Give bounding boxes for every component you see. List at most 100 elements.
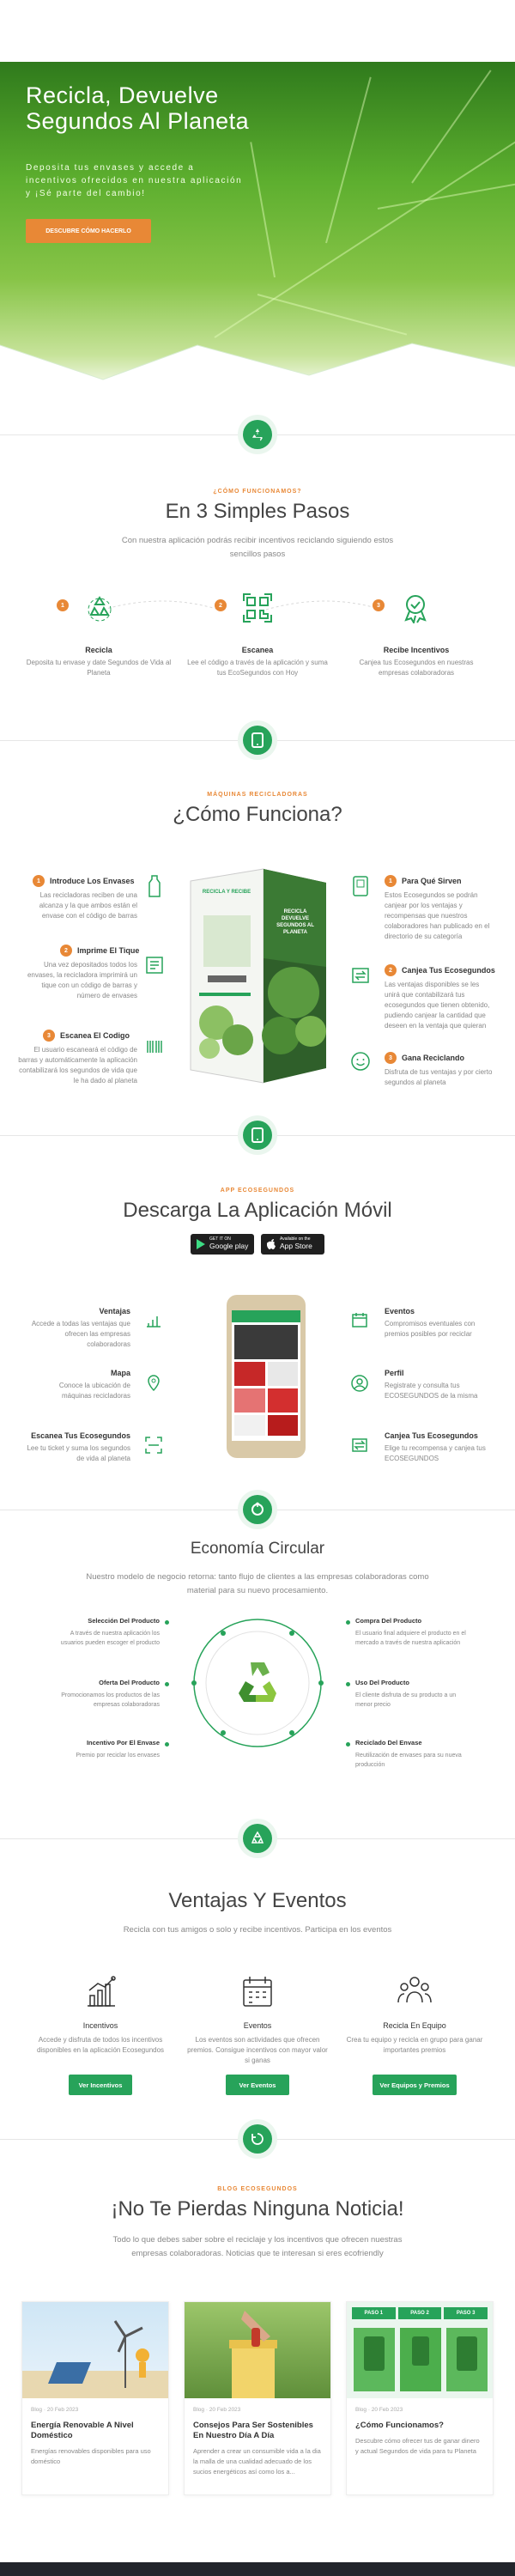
map-pin-icon bbox=[142, 1372, 165, 1394]
steps-title: En 3 Simples Pasos bbox=[165, 500, 350, 523]
apple-icon bbox=[267, 1239, 276, 1249]
app-feature-text: Conoce la ubicación de máquinas reciclad… bbox=[58, 1382, 130, 1400]
feature-text: Estos Ecosegundos se podrán canjear por … bbox=[385, 891, 490, 940]
circular-step-title: Oferta Del Producto bbox=[99, 1679, 160, 1686]
hero-text: Deposita tus envases y accede a incentiv… bbox=[26, 163, 243, 198]
feature-text: Una vez depositados todos los envases, l… bbox=[27, 961, 137, 999]
footer-bar bbox=[0, 2562, 515, 2576]
phone-divider-icon bbox=[243, 726, 272, 755]
google-play-button[interactable]: GET IT ON Google play bbox=[191, 1234, 254, 1255]
machine-kicker: MÁQUINAS RECICLADORAS bbox=[207, 792, 308, 798]
feature-title: Escanea El Codigo bbox=[60, 1031, 130, 1040]
post-excerpt: Energías renovables disponibles para uso… bbox=[31, 2447, 151, 2465]
blog-lead: Todo lo que debes saber sobre el recicla… bbox=[112, 2235, 403, 2258]
recycle-divider-icon bbox=[243, 2124, 272, 2154]
exchange-icon bbox=[348, 963, 373, 987]
step-card-label: PASO 2 bbox=[397, 2307, 442, 2319]
step-card-label: PASO 3 bbox=[444, 2307, 488, 2319]
advantage-text: Los eventos son actividades que ofrecen … bbox=[187, 2036, 328, 2064]
feature-text: Las ventajas disponibles se les unirá qu… bbox=[385, 981, 490, 1030]
steps-lead: Con nuestra aplicación podrás recibir in… bbox=[121, 536, 394, 559]
advantages-title: Ventajas Y Eventos bbox=[168, 1889, 347, 1912]
feature-title: Introduce Los Envases bbox=[50, 877, 135, 885]
app-feature-title: Eventos bbox=[385, 1307, 415, 1315]
step-text: Deposita tu envase y date Segundos de Vi… bbox=[26, 659, 172, 677]
calendar-icon bbox=[239, 1973, 276, 2009]
page: Recicla, Devuelve Segundos Al Planeta De… bbox=[0, 0, 515, 2576]
discover-button[interactable]: DESCUBRE CÓMO HACERLO bbox=[26, 219, 151, 243]
ticket-icon bbox=[142, 953, 167, 977]
advantage-title: Recicla En Equipo bbox=[383, 2021, 446, 2030]
view-events-button[interactable]: Ver Eventos bbox=[226, 2075, 289, 2095]
smile-icon bbox=[348, 1049, 373, 1073]
circular-step-title: Compra Del Producto bbox=[355, 1617, 422, 1625]
post-title[interactable]: Energía Renovable A Nivel Doméstico bbox=[31, 2421, 160, 2441]
chart-icon bbox=[142, 1309, 165, 1331]
app-feature-title: Canjea Tus Ecosegundos bbox=[385, 1431, 478, 1440]
view-teams-button[interactable]: Ver Equipos y Premios bbox=[373, 2075, 457, 2095]
circular-diagram bbox=[191, 1616, 324, 1750]
circular-step-text: A través de nuestra aplicación los usuar… bbox=[60, 1631, 160, 1646]
feature-number: 2 bbox=[385, 964, 397, 976]
app-feature-text: Lee tu ticket y suma los segundos de vid… bbox=[27, 1444, 130, 1462]
barcode-icon bbox=[142, 1035, 167, 1059]
step-text: Canjea tus Ecosegundos en nuestras empre… bbox=[359, 659, 474, 677]
app-feature-title: Mapa bbox=[110, 1369, 130, 1377]
circular-step-title: Incentivo Por El Envase bbox=[86, 1739, 160, 1747]
hero-wave bbox=[0, 343, 515, 395]
feature-number: 3 bbox=[43, 1030, 55, 1042]
post-excerpt: Aprender a crear un consumible vida a la… bbox=[193, 2447, 321, 2476]
feature-number: 3 bbox=[385, 1052, 397, 1064]
feature-text: Las recicladoras reciben de una alcanza … bbox=[39, 891, 137, 920]
app-feature-text: Registrate y consulta tus ECOSEGUNDOS de… bbox=[385, 1382, 478, 1400]
step-card-label: PASO 1 bbox=[352, 2307, 396, 2319]
events-icon bbox=[348, 1309, 371, 1331]
post-meta: Blog · 20 Feb 2023 bbox=[355, 2407, 403, 2413]
recycle-divider-icon bbox=[243, 420, 272, 449]
steps-kicker: ¿CÓMO FUNCIONAMOS? bbox=[213, 489, 302, 495]
feature-title: Para Qué Sirven bbox=[402, 877, 462, 885]
how-it-works-image: PASO 1 PASO 2 PASO 3 bbox=[347, 2302, 493, 2398]
feature-title: Canjea Tus Ecosegundos bbox=[402, 966, 495, 975]
circular-bullet bbox=[165, 1682, 169, 1686]
app-feature-text: Compromisos eventuales con premios posib… bbox=[385, 1320, 476, 1338]
circular-bullet bbox=[346, 1742, 350, 1747]
circular-step-title: Reciclado Del Envase bbox=[355, 1739, 422, 1747]
circular-step-title: Uso Del Producto bbox=[355, 1679, 409, 1686]
machine-label-top: RECICLA Y RECIBE bbox=[202, 890, 251, 895]
app-store-label: App Store bbox=[280, 1242, 312, 1250]
feature-title: Gana Reciclando bbox=[402, 1054, 465, 1062]
scan-icon bbox=[142, 1434, 165, 1456]
advantage-title: Incentivos bbox=[82, 2021, 118, 2030]
post-title[interactable]: Consejos Para Ser Sostenibles En Nuestro… bbox=[193, 2421, 322, 2441]
circular-step-title: Selección Del Producto bbox=[88, 1617, 160, 1625]
post-title[interactable]: ¿Cómo Funcionamos? bbox=[355, 2421, 484, 2431]
phone-screen bbox=[232, 1310, 300, 1441]
circular-step-text: El cliente disfruta de su producto a un … bbox=[355, 1692, 457, 1708]
view-incentives-button[interactable]: Ver Incentivos bbox=[69, 2075, 132, 2095]
circular-step-text: Premio por reciclar los envases bbox=[76, 1753, 160, 1759]
step-number: 2 bbox=[215, 599, 227, 611]
circular-bullet bbox=[165, 1742, 169, 1747]
blog-card[interactable]: Blog · 20 Feb 2023 Consejos Para Ser Sos… bbox=[184, 2301, 331, 2495]
circular-title: Economía Circular bbox=[190, 1540, 325, 1558]
bar-chart-icon bbox=[82, 1973, 118, 2009]
post-meta: Blog · 20 Feb 2023 bbox=[193, 2407, 241, 2413]
circular-bullet bbox=[346, 1682, 350, 1686]
recycle-divider-icon bbox=[243, 1824, 272, 1853]
app-store-button[interactable]: Available on the App Store bbox=[261, 1234, 324, 1255]
bottle-icon bbox=[142, 874, 167, 898]
circular-bullet bbox=[346, 1620, 350, 1625]
top-bar bbox=[0, 0, 515, 62]
advantage-title: Eventos bbox=[243, 2021, 272, 2030]
step-number: 1 bbox=[57, 599, 69, 611]
step-number: 3 bbox=[373, 599, 385, 611]
blog-card[interactable]: PASO 1 PASO 2 PASO 3 Blog · 20 Feb 2023 … bbox=[346, 2301, 494, 2495]
feature-text: Disfruta de tus ventajas y por cierto se… bbox=[385, 1068, 493, 1086]
feature-number: 2 bbox=[60, 945, 72, 957]
renewable-energy-image bbox=[22, 2302, 168, 2398]
app-title: Descarga La Aplicación Móvil bbox=[123, 1199, 392, 1222]
profile-icon bbox=[348, 1372, 371, 1394]
circular-step-text: Reutilización de envases para su nueva p… bbox=[355, 1753, 462, 1768]
blog-card[interactable]: Blog · 20 Feb 2023 Energía Renovable A N… bbox=[21, 2301, 169, 2495]
